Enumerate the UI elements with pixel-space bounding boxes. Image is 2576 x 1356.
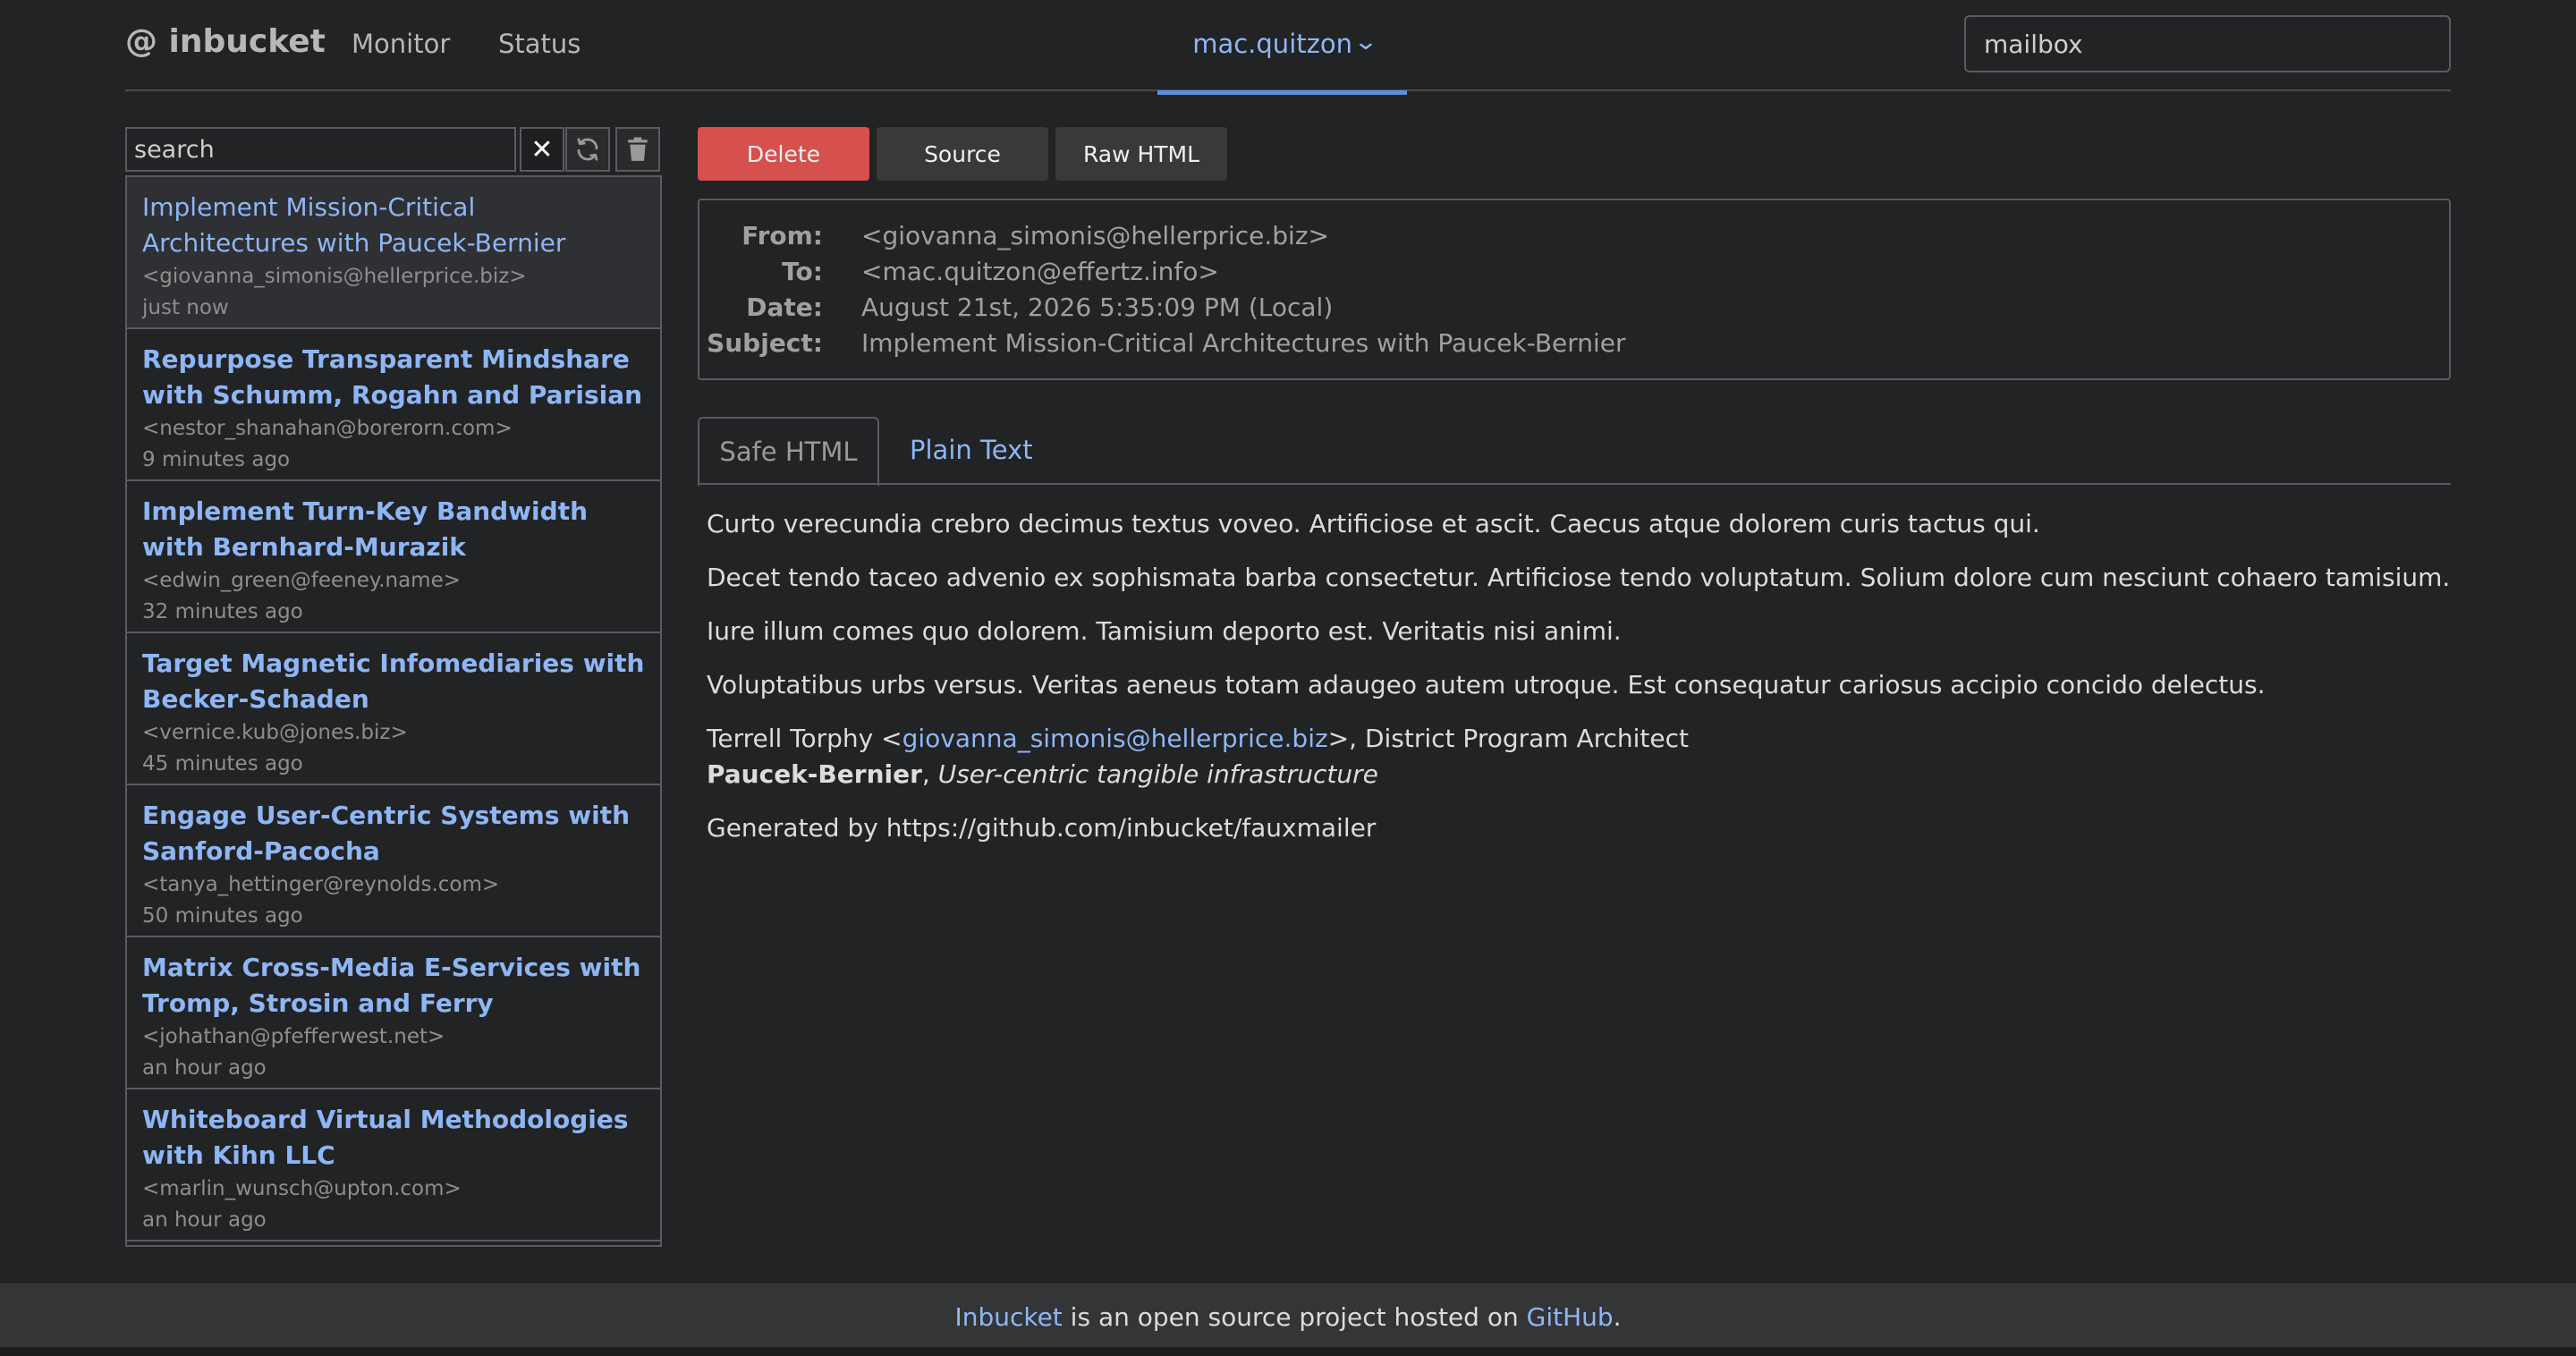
subject-label: Subject: [707,328,823,358]
trash-icon [628,137,648,161]
subject-row: Subject: Implement Mission-Critical Arch… [699,326,2449,361]
message-list-item[interactable]: Repurpose Transparent Mindshare with Sch… [127,329,660,481]
message-from: <johathan@pfefferwest.net> [142,1025,445,1048]
tab-safe-html[interactable]: Safe HTML [698,417,879,487]
from-row: From: <giovanna_simonis@hellerprice.biz> [699,218,2449,254]
to-value: <mac.quitzon@effertz.info> [861,257,1219,286]
tab-plain-text[interactable]: Plain Text [910,417,1033,485]
message-from: <nestor_shanahan@borerorn.com> [142,417,513,440]
message-body: Curto verecundia crebro decimus textus v… [707,506,2451,864]
top-nav: @ inbucket Monitor Status mac.quitzon⌄ [125,0,2451,95]
body-paragraph: Voluptatibus urbs versus. Veritas aeneus… [707,670,2266,699]
body-paragraph: Curto verecundia crebro decimus textus v… [707,509,2040,538]
subject-value: Implement Mission-Critical Architectures… [861,328,1626,358]
chevron-down-icon: ⌄ [1352,29,1379,55]
signature-separator: , [921,759,938,789]
message-date: an hour ago [142,1208,267,1232]
message-list-item[interactable]: Implement Mission-Critical Architectures… [127,177,660,329]
from-value: <giovanna_simonis@hellerprice.biz> [861,221,1329,250]
message-from: <giovanna_simonis@hellerprice.biz> [142,265,527,288]
message-list: Implement Mission-Critical Architectures… [125,175,662,1247]
mailbox-dropdown[interactable]: mac.quitzon⌄ [1157,0,1407,95]
footer-github-link[interactable]: GitHub [1527,1302,1614,1332]
signature-title: >, District Program Architect [1327,724,1690,753]
message-from: <edwin_green@feeney.name> [142,569,461,592]
nav-monitor[interactable]: Monitor [352,29,450,59]
message-date: 9 minutes ago [142,448,291,471]
message-subject: Whiteboard Virtual Methodologies with Ki… [142,1105,629,1170]
message-list-item[interactable]: Matrix Cross-Media E-Services with Tromp… [127,937,660,1089]
message-subject: Repurpose Transparent Mindshare with Sch… [142,344,643,410]
footer-period: . [1613,1302,1622,1332]
purge-mailbox-button[interactable] [615,127,660,172]
body-paragraph: Iure illum comes quo dolorem. Tamisium d… [707,616,1622,646]
date-value: August 21st, 2026 5:35:09 PM (Local) [861,292,1334,322]
message-list-item[interactable]: Target Magnetic Infomediaries with Becke… [127,633,660,785]
raw-html-button[interactable]: Raw HTML [1055,127,1227,181]
signature-name: Terrell Torphy < [707,724,902,753]
footer-inbucket-link[interactable]: Inbucket [954,1302,1062,1332]
message-date: just now [142,296,229,319]
refresh-button[interactable] [565,127,610,172]
message-subject: Implement Mission-Critical Architectures… [142,192,566,258]
message-list-item[interactable]: Engage User-Centric Systems with Sanford… [127,785,660,937]
message-date: 45 minutes ago [142,752,303,775]
logo[interactable]: @ inbucket [125,23,326,60]
mailbox-name: mac.quitzon [1192,29,1352,59]
message-date: 32 minutes ago [142,600,303,623]
message-from: <vernice.kub@jones.biz> [142,721,408,744]
message-subject: Implement Turn-Key Bandwidth with Bernha… [142,496,589,562]
signature-company: Paucek-Bernier [707,759,922,789]
body-tabs: Safe HTML Plain Text [698,417,2451,487]
refresh-icon [577,138,598,161]
delete-button[interactable]: Delete [698,127,869,181]
signature-email-link[interactable]: giovanna_simonis@hellerprice.biz [902,724,1328,753]
message-list-item[interactable]: Whiteboard Virtual Methodologies with Ki… [127,1089,660,1242]
message-list-item[interactable]: Implement Turn-Key Bandwidth with Bernha… [127,481,660,633]
close-icon: ✕ [530,133,554,165]
search-input[interactable] [125,127,516,172]
message-header: From: <giovanna_simonis@hellerprice.biz>… [698,199,2451,380]
message-from: <marlin_wunsch@upton.com> [142,1177,462,1200]
message-date: an hour ago [142,1056,267,1080]
body-paragraph: Decet tendo taceo advenio ex sophismata … [707,563,2451,592]
message-subject: Matrix Cross-Media E-Services with Tromp… [142,953,641,1018]
date-row: Date: August 21st, 2026 5:35:09 PM (Loca… [699,290,2449,326]
message-from: <tanya_hettinger@reynolds.com> [142,873,500,896]
generated-by: Generated by https://github.com/inbucket… [707,813,1377,843]
nav-status[interactable]: Status [498,29,580,59]
signature-tagline: User-centric tangible infrastructure [937,759,1378,789]
from-label: From: [741,221,823,250]
message-subject: Engage User-Centric Systems with Sanford… [142,801,631,866]
footer-text: is an open source project hosted on [1062,1302,1527,1332]
to-row: To: <mac.quitzon@effertz.info> [699,254,2449,290]
date-label: Date: [746,292,823,322]
footer: Inbucket is an open source project hoste… [0,1284,2576,1356]
message-date: 50 minutes ago [142,904,303,928]
clear-search-button[interactable]: ✕ [520,127,564,172]
signature: Terrell Torphy <giovanna_simonis@hellerp… [707,721,2442,792]
mailbox-input[interactable] [1964,15,2451,72]
source-button[interactable]: Source [877,127,1048,181]
message-subject: Target Magnetic Infomediaries with Becke… [142,648,645,714]
to-label: To: [782,257,823,286]
